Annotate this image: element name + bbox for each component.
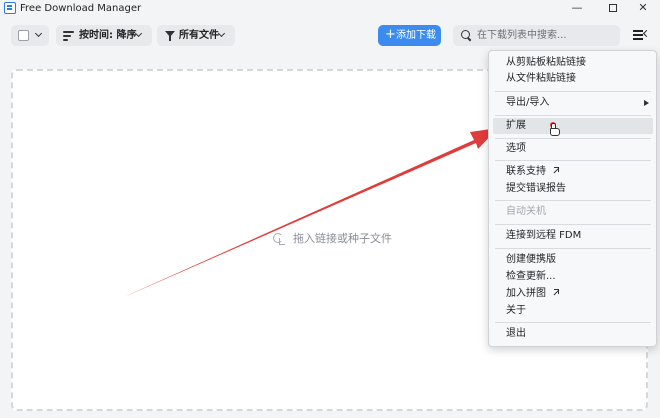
menu-item-join-puzzle[interactable]: 加入拼图 — [493, 286, 653, 302]
add-download-button[interactable]: + 添加下载 — [378, 25, 441, 46]
main-menu: 从剪贴板粘贴链接 从文件粘贴链接 导出/导入 扩展 选项 联系支持 提交错误报告… — [488, 50, 657, 347]
menu-item-contact-support[interactable]: 联系支持 — [493, 164, 653, 180]
maximize-button[interactable] — [596, 0, 630, 17]
menu-divider — [495, 160, 651, 161]
filter-label: 所有文件 — [179, 30, 219, 41]
menu-divider — [495, 248, 651, 249]
menu-item-paste-from-file[interactable]: 从文件粘贴链接 — [493, 71, 653, 87]
menu-divider — [495, 200, 651, 201]
menu-divider — [495, 91, 651, 92]
menu-item-about[interactable]: 关于 — [493, 303, 653, 319]
menu-item-label: 导出/导入 — [506, 97, 550, 108]
title-bar: Free Download Manager — ✕ — [0, 0, 660, 17]
chevron-down-icon — [34, 29, 43, 38]
minimize-button[interactable]: — — [560, 0, 594, 17]
select-all-dropdown[interactable] — [11, 25, 49, 46]
chevron-down-icon — [217, 29, 226, 38]
menu-item-paste-clipboard[interactable]: 从剪贴板粘贴链接 — [493, 55, 653, 71]
menu-item-check-updates[interactable]: 检查更新... — [493, 269, 653, 285]
search-box[interactable] — [453, 25, 620, 46]
add-download-label: 添加下载 — [396, 30, 436, 41]
menu-divider — [495, 138, 651, 139]
maximize-icon — [609, 4, 617, 12]
menu-item-extensions[interactable]: 扩展 — [493, 118, 653, 134]
app-logo-icon — [4, 2, 16, 14]
submenu-arrow-icon — [644, 100, 649, 106]
hand-cursor-icon — [549, 123, 560, 136]
menu-item-label: 加入拼图 — [506, 288, 546, 299]
menu-item-export-import[interactable]: 导出/导入 — [493, 95, 653, 111]
drop-hint-text: 拖入链接或种子文件 — [293, 232, 392, 245]
search-input[interactable] — [477, 27, 615, 44]
menu-divider — [495, 115, 651, 116]
main-menu-button[interactable] — [632, 28, 651, 42]
sort-icon — [63, 30, 75, 41]
filter-icon — [165, 31, 175, 41]
menu-divider — [495, 322, 651, 323]
menu-divider — [495, 224, 651, 225]
menu-item-connect-remote[interactable]: 连接到远程 FDM — [493, 228, 653, 244]
sort-label: 按时间: 降序 — [79, 30, 137, 41]
menu-arrow-icon — [642, 29, 651, 38]
menu-item-exit[interactable]: 退出 — [493, 326, 653, 342]
select-all-checkbox[interactable] — [18, 30, 29, 41]
menu-item-create-portable[interactable]: 创建便携版 — [493, 252, 653, 268]
link-icon — [272, 233, 285, 245]
sort-dropdown[interactable]: 按时间: 降序 — [56, 25, 152, 46]
filter-dropdown[interactable]: 所有文件 — [157, 25, 235, 46]
menu-item-report-bug[interactable]: 提交错误报告 — [493, 181, 653, 197]
external-link-icon — [552, 167, 559, 174]
plus-icon: + — [385, 27, 396, 42]
menu-item-label: 联系支持 — [506, 166, 546, 177]
search-icon — [461, 30, 471, 40]
menu-item-options[interactable]: 选项 — [493, 141, 653, 157]
close-button[interactable]: ✕ — [626, 0, 660, 17]
menu-item-auto-shutdown: 自动关机 — [506, 206, 546, 217]
external-link-icon — [552, 289, 559, 296]
app-title: Free Download Manager — [20, 3, 142, 14]
